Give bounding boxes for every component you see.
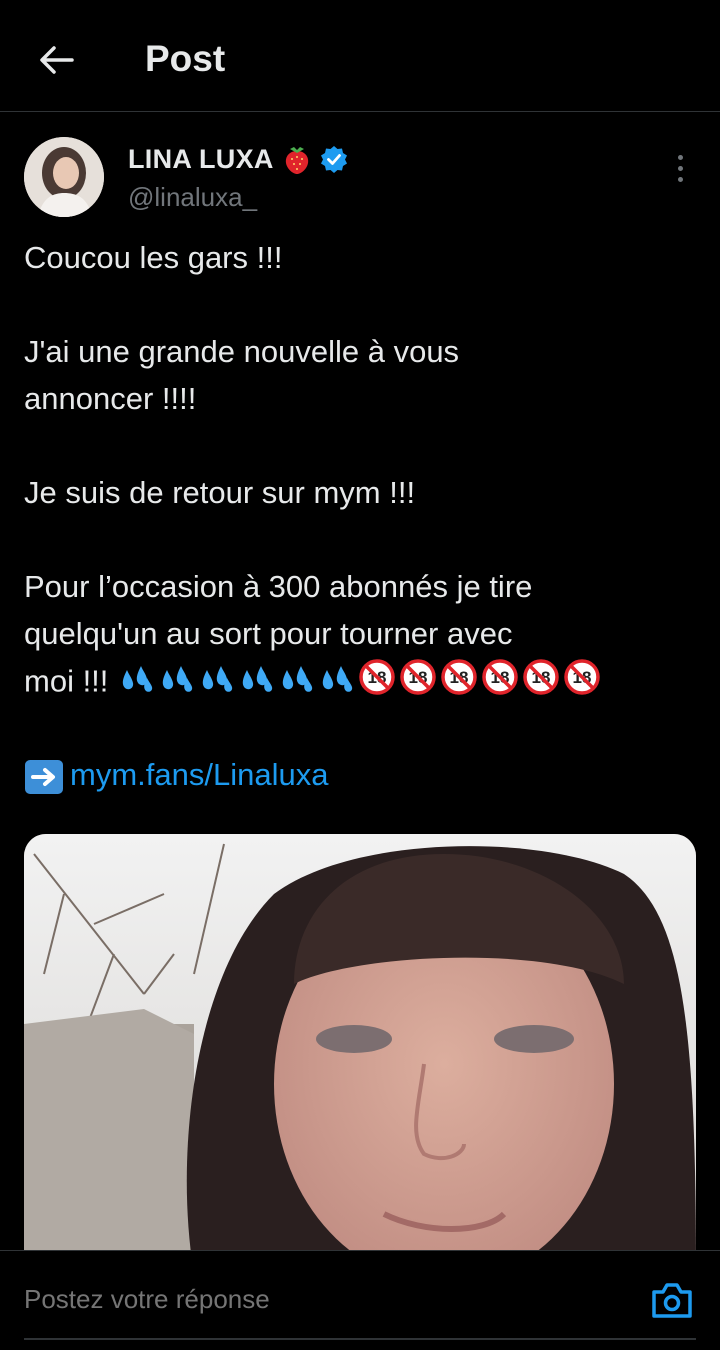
tweet-text-line-emoji: moi !!! 181818181818 — [24, 658, 603, 709]
tweet-media-image[interactable] — [24, 834, 696, 1274]
sweat-droplets-icon — [242, 666, 273, 692]
reply-divider — [24, 1338, 696, 1340]
right-arrow-emoji-icon — [25, 759, 63, 794]
sweat-droplets-icon — [322, 666, 353, 692]
tweet-text-line: quelqu'un au sort pour tourner avec — [24, 616, 513, 651]
no-under-18-icon: 18 — [441, 659, 477, 695]
tweet-text-line: J'ai une grande nouvelle à vous — [24, 334, 460, 369]
no-under-18-icon: 18 — [400, 659, 436, 695]
tweet-link-line: mym.fans/Linaluxa — [24, 752, 328, 798]
emoji-run: 181818181818 — [117, 658, 603, 709]
back-button[interactable] — [30, 36, 82, 84]
avatar[interactable] — [24, 137, 104, 217]
sweat-droplets-icon — [162, 666, 193, 692]
tweet-text-line: Je suis de retour sur mym !!! — [24, 475, 416, 510]
strawberry-icon — [285, 147, 308, 174]
sweat-droplets-icon — [122, 666, 153, 692]
arrow-left-icon — [40, 46, 74, 74]
more-dot-icon — [677, 165, 683, 171]
camera-icon — [652, 1283, 692, 1318]
no-under-18-icon: 18 — [523, 659, 559, 695]
sweat-droplets-icon — [282, 666, 313, 692]
tweet-text-line: moi !!! — [24, 663, 109, 699]
tweet-text-line: Pour l’occasion à 300 abonnés je tire — [24, 569, 533, 604]
page-title: Post — [145, 38, 226, 79]
camera-button[interactable] — [650, 1280, 694, 1320]
no-under-18-icon: 18 — [482, 659, 518, 695]
tweet-link[interactable]: mym.fans/Linaluxa — [70, 757, 328, 792]
reply-input[interactable] — [24, 1284, 624, 1315]
author-handle[interactable]: @linaluxa_ — [128, 182, 257, 213]
author-name-row: LINA LUXA — [128, 143, 348, 175]
tweet-text-line: Coucou les gars !!! — [24, 240, 283, 275]
no-under-18-icon: 18 — [359, 659, 395, 695]
tweet-text-line: annoncer !!!! — [24, 381, 197, 416]
more-dot-icon — [677, 154, 683, 160]
more-dot-icon — [677, 176, 683, 182]
author-display-name[interactable]: LINA LUXA — [128, 144, 274, 175]
top-bar: Post — [0, 0, 720, 112]
no-under-18-icon: 18 — [564, 659, 600, 695]
sweat-droplets-icon — [202, 666, 233, 692]
more-options-button[interactable] — [664, 150, 696, 186]
verified-badge-icon — [320, 146, 347, 173]
